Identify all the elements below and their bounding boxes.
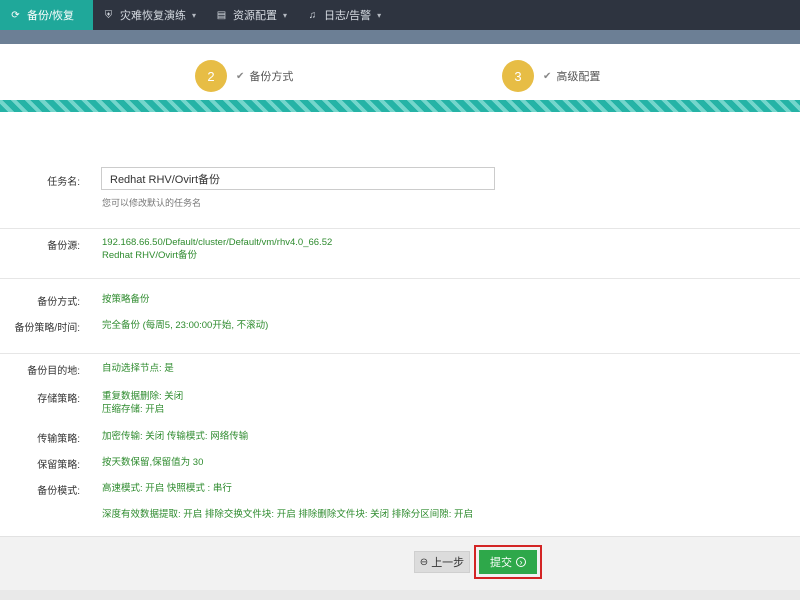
storage-value-dedup: 重复数据删除: 关闭	[102, 391, 184, 402]
submit-button[interactable]: 提交 ›	[479, 550, 537, 574]
check-icon: ✔	[236, 70, 245, 82]
task-name-label: 任务名:	[47, 177, 80, 188]
nav-item-resource-config[interactable]: ▤ 资源配置 ▾	[206, 0, 297, 30]
arrow-right-circle-icon: ›	[516, 557, 526, 567]
submit-label: 提交	[490, 557, 512, 569]
task-name-input[interactable]	[101, 167, 495, 190]
page-bottom-edge	[0, 590, 800, 600]
deep-extraction-value: 深度有效数据提取: 开启 排除交换文件块: 开启 排除删除文件块: 关闭 排除分…	[102, 509, 474, 520]
previous-step-button[interactable]: ⊖ 上一步	[414, 551, 470, 573]
nav-item-label: 日志/告警	[324, 10, 372, 22]
destination-label: 备份目的地:	[27, 366, 80, 377]
check-icon: ✔	[543, 70, 552, 82]
nav-item-label: 灾难恢复演练	[120, 10, 186, 22]
sub-header-bar	[0, 30, 800, 44]
task-name-hint: 您可以修改默认的任务名	[102, 198, 202, 208]
policy-value: 完全备份 (每周5, 23:00:00开始, 不滚动)	[102, 320, 269, 331]
chevron-down-icon: ▾	[377, 10, 382, 20]
step-label: 高级配置	[556, 71, 601, 83]
nav-item-log-alert[interactable]: ♫ 日志/告警 ▾	[297, 0, 391, 30]
bell-icon: ♫	[308, 9, 317, 21]
wizard-step-method: 2 ✔ 备份方式	[195, 60, 293, 92]
wizard-steps: 2 ✔ 备份方式 3 ✔ 高级配置	[0, 44, 800, 100]
nav-item-label: 资源配置	[233, 10, 278, 22]
refresh-icon: ⟳	[11, 9, 20, 21]
nav-item-backup-restore[interactable]: ⟳ 备份/恢复	[0, 0, 93, 30]
source-label: 备份源:	[47, 241, 80, 252]
divider	[0, 278, 800, 279]
shield-icon: ⛨	[104, 9, 113, 21]
backup-mode-label: 备份模式:	[37, 486, 80, 497]
nav-item-label: 备份/恢复	[27, 10, 75, 22]
server-icon: ▤	[216, 9, 227, 21]
destination-value: 自动选择节点: 是	[102, 363, 174, 374]
divider	[0, 353, 800, 354]
method-label: 备份方式:	[37, 297, 80, 308]
policy-label: 备份策略/时间:	[14, 323, 80, 334]
chevron-down-icon: ▾	[283, 10, 288, 20]
top-nav: ⟳ 备份/恢复 ⛨ 灾难恢复演练 ▾ ▤ 资源配置 ▾ ♫ 日志/告警 ▾	[0, 0, 800, 30]
backup-mode-value: 高速模式: 开启 快照模式 : 串行	[102, 483, 232, 494]
retention-label: 保留策略:	[37, 460, 80, 471]
arrow-left-circle-icon: ⊖	[419, 556, 429, 568]
step-number-badge: 2	[195, 60, 227, 92]
step-label: 备份方式	[249, 71, 294, 83]
storage-value-compression: 压缩存储: 开启	[102, 404, 165, 415]
source-type: Redhat RHV/Ovirt备份	[102, 250, 198, 261]
transfer-value: 加密传输: 关闭 传输模式: 网络传输	[102, 431, 249, 442]
source-path: 192.168.66.50/Default/cluster/Default/vm…	[102, 237, 333, 248]
transfer-label: 传输策略:	[37, 434, 80, 445]
retention-value: 按天数保留,保留值为 30	[102, 457, 204, 468]
progress-stripe	[0, 100, 800, 112]
previous-step-label: 上一步	[431, 557, 465, 569]
storage-label: 存储策略:	[37, 394, 80, 405]
divider	[0, 228, 800, 229]
chevron-down-icon: ▾	[192, 10, 197, 20]
method-value: 按策略备份	[102, 294, 150, 305]
wizard-step-advanced: 3 ✔ 高级配置	[502, 60, 600, 92]
summary-form: 任务名: 您可以修改默认的任务名 备份源: 192.168.66.50/Defa…	[0, 112, 800, 536]
nav-item-disaster-recovery-drill[interactable]: ⛨ 灾难恢复演练 ▾	[93, 0, 206, 30]
step-number-badge: 3	[502, 60, 534, 92]
